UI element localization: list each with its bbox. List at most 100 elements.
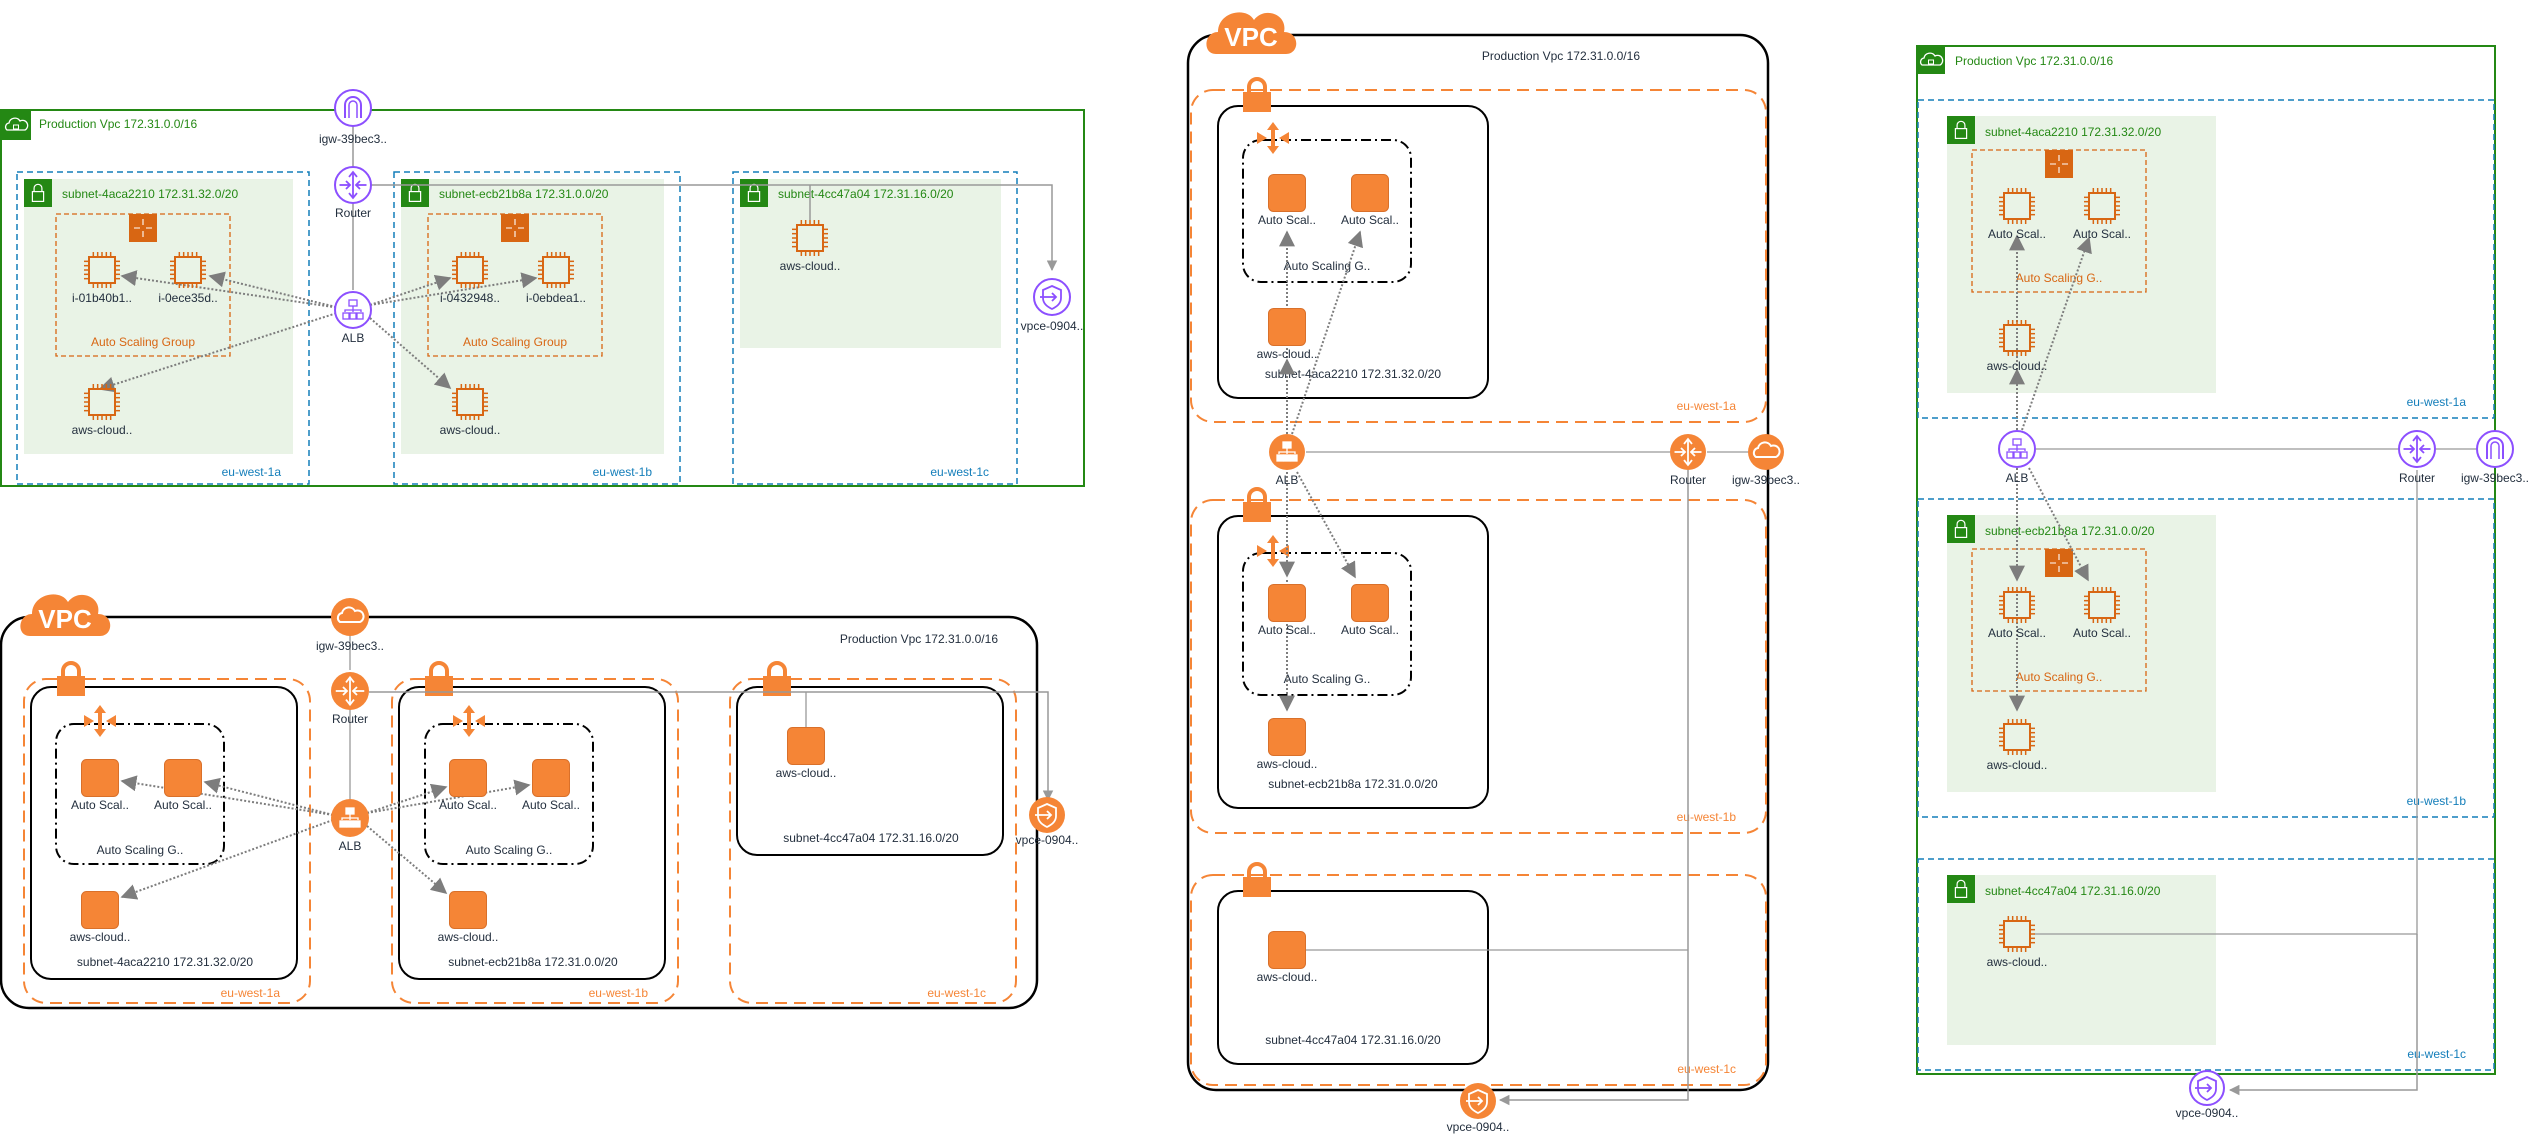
ec2-instance-icon[interactable] — [1268, 584, 1306, 622]
instance-label: Auto Scal.. — [1341, 213, 1399, 227]
endpoint-route — [1498, 470, 1689, 1106]
instance-label: Auto Scal.. — [2073, 626, 2131, 640]
instance-block — [1351, 174, 1389, 212]
internet-gateway-icon[interactable] — [1748, 434, 1784, 470]
router-label: Router — [2399, 471, 2435, 485]
instance-label: i-0432948.. — [440, 291, 500, 305]
zone-label: eu-west-1b — [589, 986, 649, 1000]
instance-label: aws-cloud.. — [1987, 758, 2048, 772]
subnet-container — [24, 179, 293, 454]
zone-label: eu-west-1c — [927, 986, 986, 1000]
ec2-instance-icon[interactable] — [1268, 308, 1306, 346]
asg-label: Auto Scaling Group — [463, 335, 567, 349]
badge-bg — [2045, 549, 2073, 577]
instance-block — [1268, 718, 1306, 756]
internet-gateway-icon[interactable] — [331, 598, 369, 636]
instance-label: aws-cloud.. — [1987, 359, 2048, 373]
glyph — [346, 820, 354, 828]
vpc-endpoint-icon[interactable] — [2189, 1070, 2225, 1106]
glyph — [1276, 454, 1284, 462]
instance-block — [449, 891, 487, 929]
lock-shackle — [767, 661, 787, 677]
ec2-instance-icon[interactable] — [449, 759, 487, 797]
diagram-canvas: Production Vpc 172.31.0.0/16 eu-west-1a su… — [0, 12, 2529, 1134]
glyph — [463, 705, 475, 737]
asg-label: Auto Scaling G.. — [466, 843, 553, 857]
instance-label: aws-cloud.. — [440, 423, 501, 437]
instance-block — [1268, 174, 1306, 212]
asg-label: Auto Scaling G.. — [2016, 670, 2103, 684]
auto-scaling-icon — [129, 214, 157, 242]
alb-label: ALB — [2006, 471, 2029, 485]
asg-label: Auto Scaling G.. — [2016, 271, 2103, 285]
zone-label: eu-west-1c — [930, 465, 989, 479]
auto-scaling-icon — [501, 214, 529, 242]
badge-bg — [129, 214, 157, 242]
load-balancer-icon[interactable] — [1269, 434, 1305, 470]
vpc-endpoint-icon[interactable] — [1460, 1083, 1496, 1119]
instance-label: aws-cloud.. — [1987, 955, 2048, 969]
vpc-endpoint-icon[interactable] — [1029, 797, 1065, 833]
ec2-instance-icon[interactable] — [1351, 174, 1389, 212]
subnet-label: subnet-4cc47a04 172.31.16.0/20 — [783, 831, 959, 845]
ec2-instance-icon[interactable] — [1268, 718, 1306, 756]
subnet-lock-icon — [1243, 487, 1271, 522]
instance-label: Auto Scal.. — [439, 798, 497, 812]
asg-label: Auto Scaling Group — [91, 335, 195, 349]
vpce-label: vpce-0904.. — [1021, 319, 1084, 333]
router-label: Router — [332, 712, 368, 726]
vpc-badge: VPC — [20, 594, 111, 636]
auto-scaling-icon — [453, 705, 485, 737]
vpc-endpoint-icon[interactable] — [1033, 278, 1071, 316]
ec2-instance-icon[interactable] — [164, 759, 202, 797]
subnet-lock-icon — [1947, 116, 1975, 144]
load-balancer-icon[interactable] — [331, 799, 369, 837]
ec2-instance-icon[interactable] — [787, 727, 825, 765]
traffic-arrow — [366, 825, 448, 895]
instance-block — [1268, 931, 1306, 969]
router-icon[interactable] — [334, 166, 372, 204]
badge-bg — [2045, 150, 2073, 178]
lock-body — [763, 676, 791, 696]
ec2-instance-icon[interactable] — [532, 759, 570, 797]
subnet-lock-icon — [1947, 515, 1975, 543]
glyph — [94, 705, 106, 737]
igw-label: igw-39bec3.. — [2461, 471, 2529, 485]
lock-shackle — [61, 661, 81, 677]
zone-label: eu-west-1a — [221, 986, 281, 1000]
instance-label: Auto Scal.. — [1988, 626, 2046, 640]
instance-label: i-0ebdea1.. — [526, 291, 586, 305]
instance-block — [81, 891, 119, 929]
traffic-arrow — [366, 783, 448, 814]
lock-shackle — [429, 661, 449, 677]
ec2-instance-icon[interactable] — [81, 759, 119, 797]
instance-block — [532, 759, 570, 797]
lock-body — [57, 676, 85, 696]
router-icon[interactable] — [2398, 430, 2436, 468]
glyph — [339, 820, 347, 828]
load-balancer-icon[interactable] — [334, 291, 372, 329]
igw-label: igw-39bec3.. — [1732, 473, 1800, 487]
ec2-instance-icon[interactable] — [449, 891, 487, 929]
router-label: Router — [335, 206, 371, 220]
router-icon[interactable] — [1670, 434, 1706, 470]
ec2-instance-icon[interactable] — [1351, 584, 1389, 622]
subnet-label: subnet-4aca2210 172.31.32.0/20 — [62, 187, 238, 201]
internet-gateway-icon[interactable] — [2476, 430, 2514, 468]
glyph — [1267, 122, 1279, 154]
diagram-simple-horizontal-nodes: Auto Scal.. Auto Scal.. Auto Scal.. Auto Sc… — [70, 598, 1078, 944]
badge-bg — [1947, 515, 1975, 543]
subnet-lock-icon — [24, 179, 52, 207]
vpc-label: Production Vpc 172.31.0.0/16 — [39, 117, 197, 131]
traffic-arrow — [120, 819, 334, 900]
alb-label: ALB — [1276, 473, 1299, 487]
internet-gateway-icon[interactable] — [334, 89, 372, 127]
instance-block — [1351, 584, 1389, 622]
ec2-instance-icon[interactable] — [81, 891, 119, 929]
icon-ring — [2476, 430, 2514, 468]
ec2-instance-icon[interactable] — [1268, 931, 1306, 969]
glyph — [1267, 535, 1279, 567]
load-balancer-icon[interactable] — [1998, 430, 2036, 468]
ec2-instance-icon[interactable] — [1268, 174, 1306, 212]
router-icon[interactable] — [331, 672, 369, 710]
